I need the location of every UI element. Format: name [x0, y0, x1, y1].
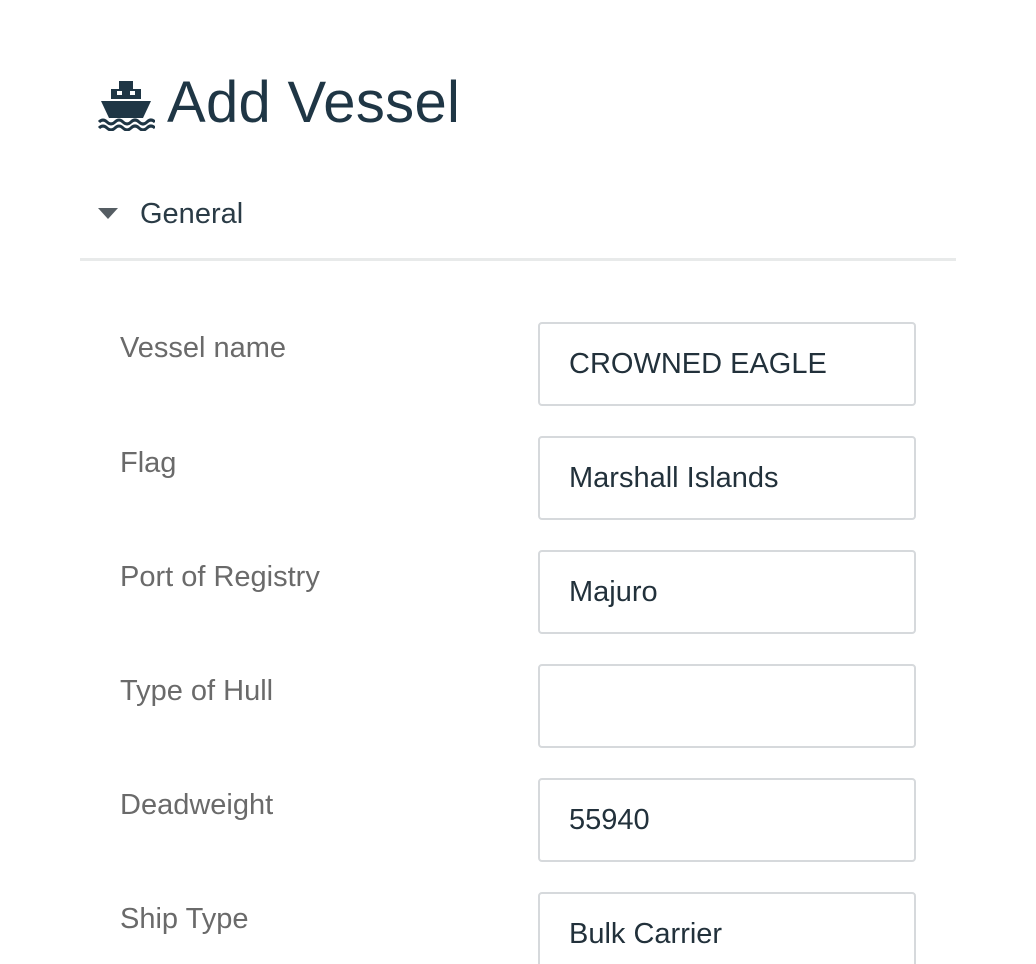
type-of-hull-label: Type of Hull: [120, 675, 274, 707]
section-toggle-general[interactable]: General: [98, 192, 243, 236]
section-label: General: [140, 197, 244, 230]
port-of-registry-input[interactable]: [538, 550, 916, 634]
deadweight-label: Deadweight: [120, 789, 274, 821]
add-vessel-page: Add Vessel General Vessel name Flag Port…: [0, 0, 1036, 964]
flag-label: Flag: [120, 447, 177, 479]
caret-down-icon: [98, 208, 118, 220]
section-divider: [80, 258, 956, 261]
ship-type-label: Ship Type: [120, 903, 249, 935]
vessel-name-label: Vessel name: [120, 332, 287, 364]
page-title: Add Vessel: [167, 70, 461, 135]
ship-icon: [97, 75, 155, 131]
flag-input[interactable]: [538, 436, 916, 520]
page-header: Add Vessel: [97, 70, 460, 136]
port-of-registry-label: Port of Registry: [120, 561, 320, 593]
vessel-name-input[interactable]: [538, 322, 916, 406]
type-of-hull-input[interactable]: [538, 664, 916, 748]
deadweight-input[interactable]: [538, 778, 916, 862]
ship-type-input[interactable]: [538, 892, 916, 964]
